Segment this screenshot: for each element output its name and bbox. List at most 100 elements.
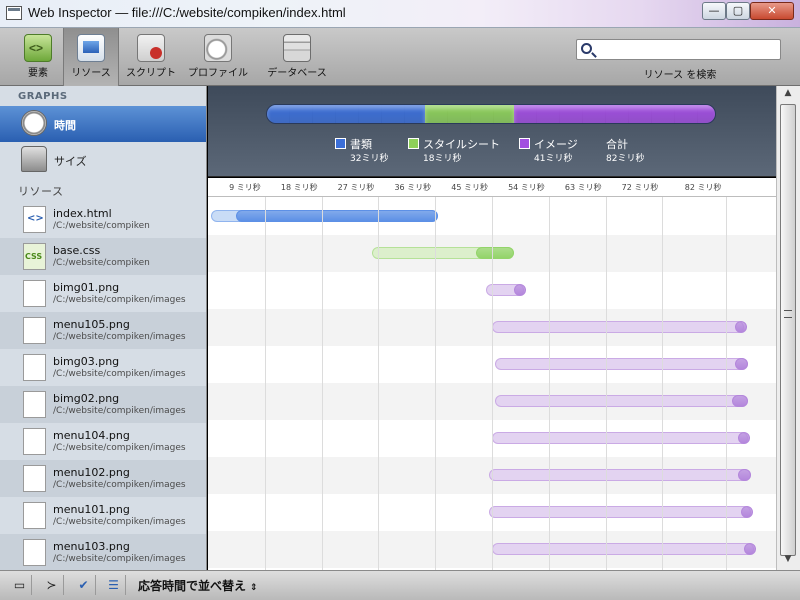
timeline-bar[interactable] [491, 432, 751, 444]
legend-label: スタイルシート [423, 138, 500, 151]
graph-item-label: サイズ [54, 155, 87, 168]
toolbar-scripts-label: スクリプト [126, 68, 176, 79]
resource-item[interactable]: bimg02.png/C:/website/compiken/images [0, 386, 206, 423]
resource-name: index.html [53, 207, 112, 220]
timeline-tick-label: 9 ミリ秒 [229, 183, 261, 192]
window-title: Web Inspector — file:///C:/website/compi… [28, 5, 346, 20]
timeline-bar[interactable] [211, 210, 439, 222]
timeline-gridline [605, 178, 607, 570]
resource-path: /C:/website/compiken/images [53, 443, 186, 453]
graph-item-time[interactable]: 時間 [0, 106, 206, 142]
console-button[interactable]: ≻ [40, 575, 64, 595]
resource-item[interactable]: menu101.png/C:/website/compiken/images [0, 497, 206, 534]
toolbar-scripts-button[interactable]: スクリプト [123, 32, 179, 82]
timeline-gridline [435, 178, 437, 570]
toolbar-elements-label: 要素 [28, 68, 48, 79]
sort-dropdown[interactable]: 応答時間で並べ替え ⇕ [138, 577, 258, 594]
timeline-bar-download [734, 321, 747, 333]
timeline-bar[interactable] [495, 358, 748, 370]
resource-item[interactable]: base.css/C:/website/compiken [0, 238, 206, 275]
timeline-gridline [548, 178, 550, 570]
resource-path: /C:/website/compiken/images [53, 295, 186, 305]
dock-toggle-button[interactable]: ▭ [8, 575, 32, 595]
legend-swatch [408, 138, 419, 149]
toolbar-profiles-button[interactable]: プロファイル [186, 32, 250, 82]
updown-arrows-icon: ⇕ [250, 583, 258, 593]
resource-path: /C:/website/compiken/images [53, 480, 186, 490]
scroll-thumb[interactable] [780, 104, 796, 556]
timeline-bar-download [744, 543, 757, 555]
resource-name: base.css [53, 244, 101, 257]
resource-name: menu104.png [53, 429, 130, 442]
search-input[interactable] [597, 41, 777, 58]
css-file-icon [23, 243, 46, 270]
timeline-bar-latency [491, 432, 748, 444]
timeline-gridline [492, 178, 493, 570]
resource-path: /C:/website/compiken/images [53, 517, 186, 527]
timeline-tick-label: 63 ミリ秒 [564, 183, 602, 192]
close-button[interactable]: ✕ [750, 2, 794, 20]
enable-resource-tracking-button[interactable]: ✔ [72, 575, 96, 595]
large-rows-toggle-button[interactable]: ☰ [102, 575, 126, 595]
search-box[interactable] [576, 39, 781, 60]
resource-item[interactable]: menu103.png/C:/website/compiken/images [0, 534, 206, 570]
summary-bar [266, 104, 716, 124]
vertical-scrollbar[interactable]: ▲ ▼ [776, 86, 800, 570]
console-icon: ≻ [46, 578, 57, 592]
timeline-bar[interactable] [491, 543, 757, 555]
toolbar-elements-button[interactable]: 要素 [14, 32, 62, 82]
legend-total-value: 82ミリ秒 [606, 154, 645, 164]
resource-item[interactable]: bimg01.png/C:/website/compiken/images [0, 275, 206, 312]
timeline-tick-label: 72 ミリ秒 [621, 183, 659, 192]
clock-icon [21, 110, 47, 136]
timeline-tick-label: 27 ミリ秒 [337, 183, 375, 192]
sort-dropdown-label: 応答時間で並べ替え [138, 579, 247, 593]
timeline-bar-download [734, 358, 748, 370]
maximize-button[interactable]: ▢ [726, 2, 750, 20]
search-label: リソース を検索 [643, 70, 717, 81]
timeline-bar-download [741, 506, 754, 518]
resource-item[interactable]: menu102.png/C:/website/compiken/images [0, 460, 206, 497]
timeline-bar-latency [491, 321, 745, 333]
toolbar-resources-label: リソース [71, 68, 111, 79]
timeline-gridline [264, 178, 266, 570]
resource-path: /C:/website/compiken [53, 258, 150, 268]
inspector-toolbar: 要素 リソース スクリプト プロファイル データベース リソース を検索 [0, 28, 800, 86]
timeline-bar[interactable] [488, 469, 751, 481]
toolbar-resources-button[interactable]: リソース [63, 28, 119, 86]
timeline-bar[interactable] [488, 506, 754, 518]
timeline-bar-download [731, 395, 748, 407]
graphs-section-header: GRAPHS [18, 91, 68, 102]
scripts-icon [137, 34, 165, 62]
resources-sidebar: GRAPHS 時間 サイズ リソース index.html/C:/website… [0, 86, 207, 570]
scroll-up-arrow-icon[interactable]: ▲ [781, 88, 795, 102]
profiles-icon [204, 34, 232, 62]
timeline-bar-latency [495, 395, 748, 407]
image-file-icon [23, 280, 46, 307]
image-file-icon [23, 465, 46, 492]
toolbar-databases-label: データベース [267, 68, 327, 79]
resource-item[interactable]: index.html/C:/website/compiken [0, 201, 206, 238]
resource-name: menu102.png [53, 466, 130, 479]
timeline-bar-download [738, 432, 751, 444]
minimize-button[interactable]: — [702, 2, 726, 20]
resource-item[interactable]: bimg03.png/C:/website/compiken/images [0, 349, 206, 386]
image-file-icon [23, 539, 46, 566]
resource-item[interactable]: menu104.png/C:/website/compiken/images [0, 423, 206, 460]
timeline-bar[interactable] [495, 395, 748, 407]
image-file-icon [23, 502, 46, 529]
toolbar-databases-button[interactable]: データベース [262, 32, 332, 82]
resource-name: menu105.png [53, 318, 130, 331]
resource-name: menu101.png [53, 503, 130, 516]
timeline-bar-latency [488, 469, 751, 481]
timeline-tick-label: 82 ミリ秒 [684, 183, 722, 192]
legend-label: 書類 [350, 138, 372, 151]
graph-item-size[interactable]: サイズ [0, 142, 206, 178]
timeline-gridline [662, 178, 664, 570]
scroll-down-arrow-icon[interactable]: ▼ [781, 554, 795, 568]
summary-segment [267, 105, 426, 123]
resource-item[interactable]: menu105.png/C:/website/compiken/images [0, 312, 206, 349]
legend-total-label: 合計 [606, 138, 628, 151]
timeline-bar[interactable] [491, 321, 747, 333]
image-file-icon [23, 391, 46, 418]
